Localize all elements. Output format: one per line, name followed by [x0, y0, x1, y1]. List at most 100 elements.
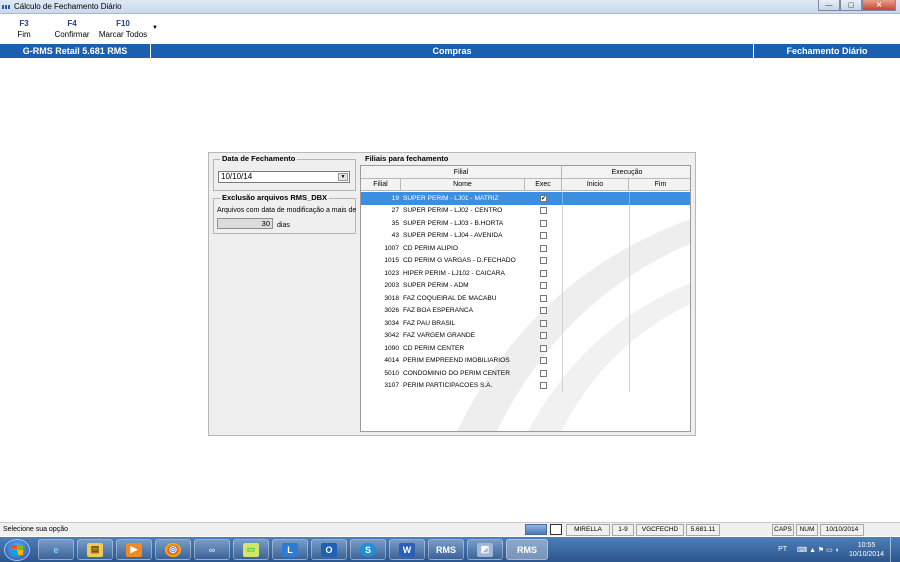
table-row[interactable]: 3107 PERIM PARTICIPACOES S.A.: [361, 379, 690, 392]
exec-checkbox[interactable]: [540, 207, 547, 215]
exec-checkbox[interactable]: [540, 282, 547, 290]
exec-checkbox[interactable]: ✔: [540, 194, 547, 202]
taskbar-app5[interactable]: ∞: [194, 539, 230, 560]
taskbar-lync[interactable]: L: [272, 539, 308, 560]
toolbar-marcar-todos-button[interactable]: F10 Marcar Todos: [96, 15, 150, 43]
column-nome[interactable]: Nome: [401, 179, 525, 190]
chevron-down-icon[interactable]: ▼: [338, 173, 348, 181]
close-button[interactable]: ✕: [862, 0, 896, 11]
cell-exec: [525, 357, 562, 365]
table-row[interactable]: 3018 FAZ COQUEIRAL DE MACABU: [361, 292, 690, 305]
exec-checkbox[interactable]: [540, 294, 547, 302]
date-select[interactable]: 10/10/14 ▼: [218, 171, 350, 183]
status-version: 5.681.11: [686, 523, 720, 536]
exec-checkbox[interactable]: [540, 269, 547, 277]
taskbar-rms-1[interactable]: RMS: [428, 539, 464, 560]
taskbar-explorer[interactable]: ▤: [77, 539, 113, 560]
table-row[interactable]: 1023 HIPER PERIM - LJ102 - CAICARA: [361, 267, 690, 280]
taskbar-media[interactable]: ▶: [116, 539, 152, 560]
cell-filial: 1007: [384, 244, 399, 252]
table-row[interactable]: 3034 FAZ PAU BRASIL: [361, 317, 690, 330]
exec-checkbox[interactable]: [540, 307, 547, 315]
cell-nome: SUPER PERIM - LJ04 - AVENIDA: [403, 232, 503, 240]
column-exec[interactable]: Exec: [525, 179, 562, 190]
table-body: 19 SUPER PERIM - LJ01 - MATRIZ ✔ 27 SUPER PE…: [361, 192, 690, 392]
table-row[interactable]: 1007 CD PERIM ALIPIO: [361, 242, 690, 255]
show-desktop-button[interactable]: [890, 537, 900, 562]
app-icon: [2, 4, 12, 10]
table-row[interactable]: 2003 SUPER PERIM - ADM: [361, 279, 690, 292]
exec-checkbox[interactable]: [540, 332, 547, 340]
cell-filial: 3042: [384, 332, 399, 340]
cell-fim: [629, 304, 690, 317]
clock[interactable]: 10:55 10/10/2014: [849, 541, 884, 559]
cell-fim: [629, 379, 690, 392]
exclusion-group-title: Exclusão arquivos RMS_DBX: [220, 193, 330, 202]
table-row[interactable]: 5010 CONDOMINIO DO PERIM CENTER: [361, 367, 690, 380]
cell-exec: [525, 369, 562, 377]
cell-fim: [629, 254, 690, 267]
exec-checkbox[interactable]: [540, 244, 547, 252]
exec-checkbox[interactable]: [540, 344, 547, 352]
cell-inicio: [562, 229, 629, 242]
taskbar-skype[interactable]: S: [350, 539, 386, 560]
exec-checkbox[interactable]: [540, 219, 547, 227]
exec-checkbox[interactable]: [540, 369, 547, 377]
taskbar-app12[interactable]: ◩: [467, 539, 503, 560]
minimize-button[interactable]: —: [818, 0, 840, 11]
status-program: VGCFECHD: [636, 523, 684, 536]
tray-language[interactable]: PT: [778, 546, 787, 553]
taskbar-rms-2[interactable]: RMS: [506, 539, 548, 560]
cell-exec: [525, 332, 562, 340]
table-row[interactable]: 27 SUPER PERIM - LJ02 - CENTRO: [361, 204, 690, 217]
column-filial[interactable]: Filial: [361, 179, 401, 190]
toolbar-key: F10: [116, 19, 130, 28]
cell-filial: 1015: [384, 257, 399, 265]
cell-filial: 3026: [384, 307, 399, 315]
exec-checkbox[interactable]: [540, 382, 547, 390]
taskbar-chrome[interactable]: ◎: [155, 539, 191, 560]
table-row[interactable]: 43 SUPER PERIM - LJ04 - AVENIDA: [361, 229, 690, 242]
module-label: Compras: [151, 44, 754, 58]
toolbar-label: Fim: [17, 30, 31, 39]
table-row[interactable]: 19 SUPER PERIM - LJ01 - MATRIZ ✔: [361, 192, 690, 205]
media-player-icon: ▶: [126, 542, 142, 557]
clock-date: 10/10/2014: [848, 550, 884, 558]
cell-nome: CD PERIM G VARGAS - D.FECHADO: [403, 257, 516, 265]
cell-inicio: [562, 354, 629, 367]
table-row[interactable]: 1015 CD PERIM G VARGAS - D.FECHADO: [361, 254, 690, 267]
toolbar-confirmar-button[interactable]: F4 Confirmar: [48, 15, 96, 43]
taskbar-word[interactable]: W: [389, 539, 425, 560]
cell-fim: [629, 317, 690, 330]
exec-checkbox[interactable]: [540, 357, 547, 365]
column-fim[interactable]: Fim: [629, 179, 690, 190]
cell-fim: [629, 292, 690, 305]
cell-fim: [629, 192, 690, 205]
taskbar-ie[interactable]: e: [38, 539, 74, 560]
table-row[interactable]: 3042 FAZ VARGEM GRANDE: [361, 329, 690, 342]
rms-icon: RMS: [436, 544, 456, 555]
cell-fim: [629, 367, 690, 380]
exec-checkbox[interactable]: [540, 257, 547, 265]
tray-icons[interactable]: ⌨ ▲ ⚑ ▭ ◖: [797, 546, 839, 554]
skype-icon: S: [360, 542, 376, 557]
filiais-table: Filial Execução Filial Nome Exec Inicio …: [360, 165, 691, 432]
table-row[interactable]: 4014 PERIM EMPREEND IMOBILIARIOS: [361, 354, 690, 367]
table-row[interactable]: 3026 FAZ BOA ESPERANCA: [361, 304, 690, 317]
taskbar-app6[interactable]: ▭: [233, 539, 269, 560]
days-input[interactable]: 30: [217, 218, 273, 229]
column-inicio[interactable]: Inicio: [562, 179, 629, 190]
table-row[interactable]: 1090 CD PERIM CENTER: [361, 342, 690, 355]
exec-checkbox[interactable]: [540, 319, 547, 327]
start-button[interactable]: [4, 538, 30, 561]
exec-checkbox[interactable]: [540, 232, 547, 240]
cell-filial: 2003: [384, 282, 399, 290]
status-date: 10/10/2014: [820, 523, 864, 536]
table-row[interactable]: 35 SUPER PERIM - LJ03 - B.HORTA: [361, 217, 690, 230]
maximize-button[interactable]: ▢: [840, 0, 862, 11]
cell-exec: [525, 282, 562, 290]
toolbar-more-icon[interactable]: ▼: [152, 25, 158, 43]
taskbar-outlook[interactable]: O: [311, 539, 347, 560]
toolbar-fim-button[interactable]: F3 Fim: [0, 15, 48, 43]
cell-exec: [525, 207, 562, 215]
